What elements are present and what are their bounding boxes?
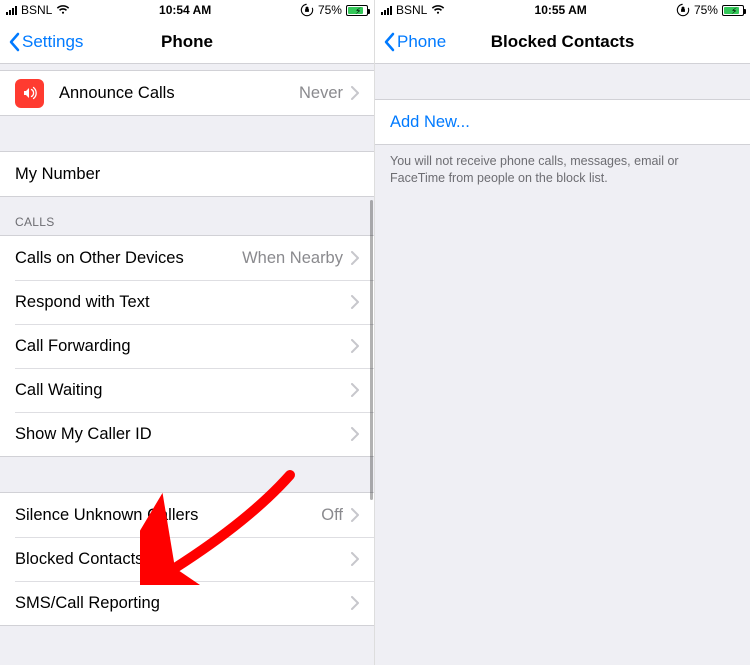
- chevron-left-icon: [383, 32, 395, 52]
- row-label: Call Forwarding: [15, 337, 351, 356]
- carrier-label: BSNL: [21, 3, 52, 17]
- row-label: Respond with Text: [15, 293, 351, 312]
- chevron-right-icon: [351, 251, 359, 265]
- carrier-label: BSNL: [396, 3, 427, 17]
- battery-icon: ⚡︎: [346, 5, 368, 16]
- clock-label: 10:55 AM: [535, 3, 587, 17]
- chevron-right-icon: [351, 552, 359, 566]
- row-respond-with-text[interactable]: Respond with Text: [0, 280, 374, 324]
- chevron-right-icon: [351, 596, 359, 610]
- rotation-lock-icon: [676, 3, 690, 17]
- row-show-caller-id[interactable]: Show My Caller ID: [0, 412, 374, 456]
- row-blocked-contacts[interactable]: Blocked Contacts: [0, 537, 374, 581]
- settings-scroll[interactable]: Announce Calls Never My Number Calls Cal…: [0, 64, 374, 665]
- row-detail: When Nearby: [242, 249, 343, 268]
- back-label: Phone: [397, 32, 446, 52]
- row-label: Blocked Contacts: [15, 550, 351, 569]
- row-sms-call-reporting[interactable]: SMS/Call Reporting: [0, 581, 374, 625]
- row-silence-unknown[interactable]: Silence Unknown Callers Off: [0, 493, 374, 537]
- speaker-icon: [15, 79, 44, 108]
- row-detail: Off: [321, 506, 343, 525]
- row-announce-calls[interactable]: Announce Calls Never: [0, 71, 374, 115]
- cell-signal-icon: [6, 5, 17, 15]
- chevron-right-icon: [351, 508, 359, 522]
- add-new-button[interactable]: Add New...: [375, 100, 750, 144]
- scrollbar-thumb[interactable]: [370, 200, 373, 500]
- wifi-icon: [56, 5, 70, 15]
- chevron-right-icon: [351, 427, 359, 441]
- rotation-lock-icon: [300, 3, 314, 17]
- row-label: Silence Unknown Callers: [15, 506, 321, 525]
- back-button[interactable]: Phone: [383, 32, 446, 52]
- status-bar: BSNL 10:55 AM 75% ⚡︎: [375, 0, 750, 20]
- chevron-right-icon: [351, 295, 359, 309]
- cell-signal-icon: [381, 5, 392, 15]
- row-label: SMS/Call Reporting: [15, 594, 351, 613]
- row-my-number[interactable]: My Number: [0, 152, 374, 196]
- chevron-right-icon: [351, 339, 359, 353]
- wifi-icon: [431, 5, 445, 15]
- back-button[interactable]: Settings: [8, 32, 83, 52]
- nav-bar: Settings Phone: [0, 20, 374, 64]
- row-label: Call Waiting: [15, 381, 351, 400]
- screen-phone-settings: BSNL 10:54 AM 75% ⚡︎ Settings Phone: [0, 0, 375, 665]
- chevron-left-icon: [8, 32, 20, 52]
- chevron-right-icon: [351, 86, 359, 100]
- screen-blocked-contacts: BSNL 10:55 AM 75% ⚡︎ Phone Blocked Conta…: [375, 0, 750, 665]
- battery-percent-label: 75%: [694, 3, 718, 17]
- back-label: Settings: [22, 32, 83, 52]
- row-call-forwarding[interactable]: Call Forwarding: [0, 324, 374, 368]
- row-detail: Never: [299, 84, 343, 103]
- row-label: My Number: [15, 165, 359, 184]
- row-label: Calls on Other Devices: [15, 249, 242, 268]
- row-label: Show My Caller ID: [15, 425, 351, 444]
- section-header-calls: Calls: [0, 197, 374, 235]
- row-call-waiting[interactable]: Call Waiting: [0, 368, 374, 412]
- clock-label: 10:54 AM: [159, 3, 211, 17]
- nav-bar: Phone Blocked Contacts: [375, 20, 750, 64]
- battery-icon: ⚡︎: [722, 5, 744, 16]
- status-bar: BSNL 10:54 AM 75% ⚡︎: [0, 0, 374, 20]
- blocked-scroll[interactable]: Add New... You will not receive phone ca…: [375, 64, 750, 665]
- add-new-label: Add New...: [390, 113, 735, 132]
- battery-percent-label: 75%: [318, 3, 342, 17]
- block-list-footer: You will not receive phone calls, messag…: [375, 145, 750, 193]
- row-label: Announce Calls: [59, 84, 299, 103]
- row-calls-other-devices[interactable]: Calls on Other Devices When Nearby: [0, 236, 374, 280]
- chevron-right-icon: [351, 383, 359, 397]
